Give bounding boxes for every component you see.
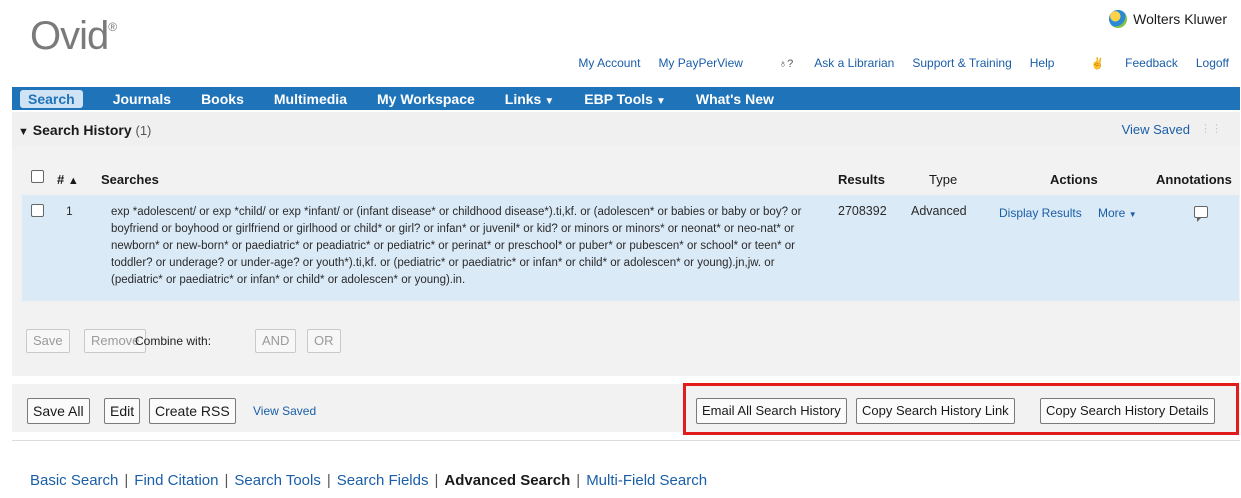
combine-and-button[interactable]: AND — [255, 329, 297, 353]
nav-links[interactable]: Links ▼ — [505, 91, 554, 107]
column-number[interactable]: # ▲ — [57, 172, 79, 187]
logoff-link[interactable]: Logoff — [1196, 56, 1229, 70]
collapse-triangle-icon: ▼ — [18, 126, 29, 138]
find-citation-link[interactable]: Find Citation — [134, 472, 218, 489]
row-checkbox[interactable] — [31, 204, 44, 217]
separator: | — [224, 472, 229, 489]
nav-journals[interactable]: Journals — [113, 91, 171, 107]
search-history-header: ▼ Search History (1) View Saved ⋮⋮ — [12, 112, 1240, 146]
ask-a-librarian-link[interactable]: ♁? Ask a Librarian — [761, 56, 894, 70]
drag-grip-icon[interactable]: ⋮⋮ — [1200, 122, 1222, 135]
result-count: 2708392 — [838, 204, 887, 218]
support-training-link[interactable]: Support & Training — [912, 56, 1011, 70]
search-tools-link[interactable]: Search Tools — [234, 472, 320, 489]
search-mode-links: Basic Search | Find Citation | Search Tools |… — [30, 472, 707, 489]
wolters-kluwer-logo-icon — [1109, 10, 1128, 28]
column-searches: Searches — [101, 172, 159, 187]
ovid-logo[interactable]: Ovid® — [30, 14, 117, 59]
thumbs-up-icon: ✌ — [1090, 58, 1105, 70]
search-type: Advanced — [911, 204, 967, 218]
search-history-count: (1) — [135, 123, 152, 138]
display-results-link[interactable]: Display Results — [999, 206, 1082, 220]
search-history-toggle[interactable]: ▼ Search History (1) — [18, 122, 151, 138]
row-number: 1 — [66, 204, 73, 218]
nav-whats-new[interactable]: What's New — [696, 91, 774, 107]
nav-multimedia[interactable]: Multimedia — [274, 91, 347, 107]
chevron-down-icon: ▼ — [544, 95, 555, 107]
combine-with-label: Combine with: — [135, 334, 212, 348]
wolters-kluwer-brand: Wolters Kluwer — [1109, 10, 1227, 28]
search-query-text: exp *adolescent/ or exp *child/ or exp *… — [111, 206, 802, 286]
column-actions: Actions — [1050, 172, 1098, 187]
multi-field-search-link[interactable]: Multi-Field Search — [586, 472, 707, 489]
chevron-down-icon: ▼ — [1128, 210, 1137, 219]
librarian-icon: ♁? — [778, 58, 794, 70]
annotation-comment-icon[interactable] — [1194, 206, 1208, 222]
nav-search[interactable]: Search — [20, 89, 83, 108]
nav-my-workspace[interactable]: My Workspace — [377, 91, 475, 107]
more-dropdown[interactable]: More ▼ — [1098, 206, 1137, 220]
my-account-link[interactable]: My Account — [578, 56, 640, 70]
brand-name: Wolters Kluwer — [1133, 11, 1227, 27]
search-fields-link[interactable]: Search Fields — [337, 472, 429, 489]
separator: | — [434, 472, 439, 489]
create-rss-button[interactable]: Create RSS — [149, 398, 236, 424]
separator: | — [124, 472, 129, 489]
view-saved-footer-link[interactable]: View Saved — [253, 404, 316, 418]
highlight-box — [683, 383, 1239, 435]
sort-ascending-icon: ▲ — [67, 175, 79, 187]
view-saved-link[interactable]: View Saved — [1122, 122, 1190, 137]
save-button[interactable]: Save — [26, 329, 70, 353]
combine-or-button[interactable]: OR — [307, 329, 341, 353]
select-all-checkbox[interactable] — [31, 170, 44, 183]
feedback-link[interactable]: ✌ Feedback — [1072, 56, 1177, 70]
my-payperview-link[interactable]: My PayPerView — [658, 56, 742, 70]
save-all-button[interactable]: Save All — [27, 398, 90, 424]
edit-button[interactable]: Edit — [104, 398, 141, 424]
nav-ebp-tools[interactable]: EBP Tools ▼ — [584, 91, 666, 107]
search-history-title: Search History — [32, 122, 132, 138]
top-links: My Account My PayPerView ♁? Ask a Librari… — [560, 56, 1229, 70]
column-type: Type — [929, 172, 958, 187]
chevron-down-icon: ▼ — [655, 95, 666, 107]
separator: | — [326, 472, 331, 489]
help-link[interactable]: Help — [1030, 56, 1055, 70]
divider — [12, 440, 1240, 441]
advanced-search-link[interactable]: Advanced Search — [444, 472, 570, 489]
nav-books[interactable]: Books — [201, 91, 244, 107]
main-nav: Search Journals Books Multimedia My Work… — [12, 87, 1240, 110]
basic-search-link[interactable]: Basic Search — [30, 472, 118, 489]
column-annotations: Annotations — [1156, 172, 1232, 187]
separator: | — [576, 472, 581, 489]
column-results: Results — [838, 172, 885, 187]
